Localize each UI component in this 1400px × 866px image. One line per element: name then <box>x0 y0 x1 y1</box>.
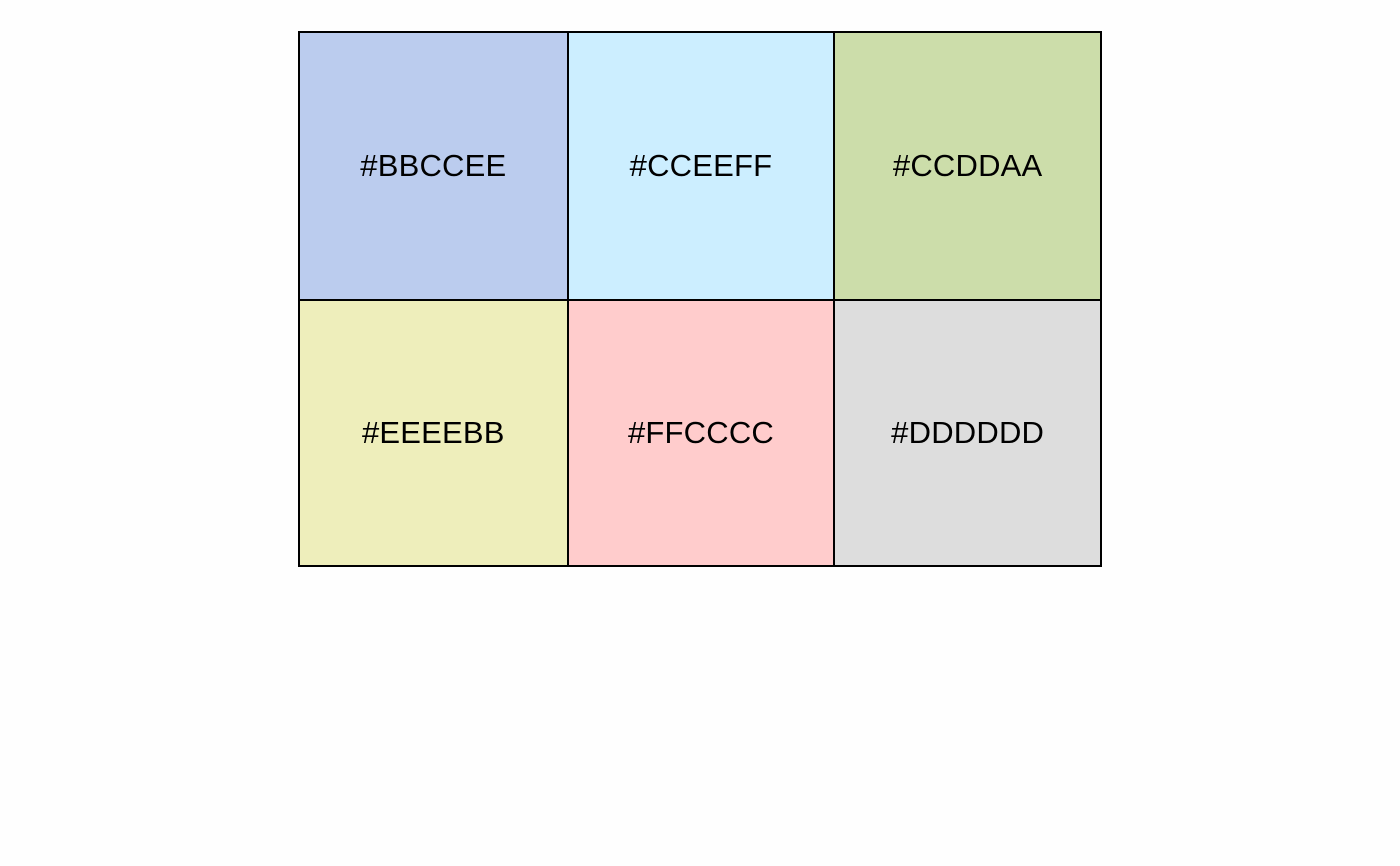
color-swatch: #CCDDAA <box>833 33 1100 299</box>
swatch-label: #CCDDAA <box>892 148 1043 183</box>
swatch-label: #EEEEBB <box>361 415 505 450</box>
color-swatch: #CCEEFF <box>566 33 834 299</box>
color-swatch-grid: #BBCCEE #CCEEFF #CCDDAA #EEEEBB #FFCCCC … <box>298 31 1102 567</box>
swatch-label: #FFCCCC <box>627 415 775 450</box>
swatch-label: #CCEEFF <box>629 148 773 183</box>
color-swatch: #FFCCCC <box>566 299 834 565</box>
swatch-label: #DDDDDD <box>891 415 1045 450</box>
color-swatch: #DDDDDD <box>833 299 1100 565</box>
color-swatch: #BBCCEE <box>300 33 567 299</box>
color-swatch: #EEEEBB <box>300 299 567 565</box>
swatch-label: #BBCCEE <box>360 148 507 183</box>
